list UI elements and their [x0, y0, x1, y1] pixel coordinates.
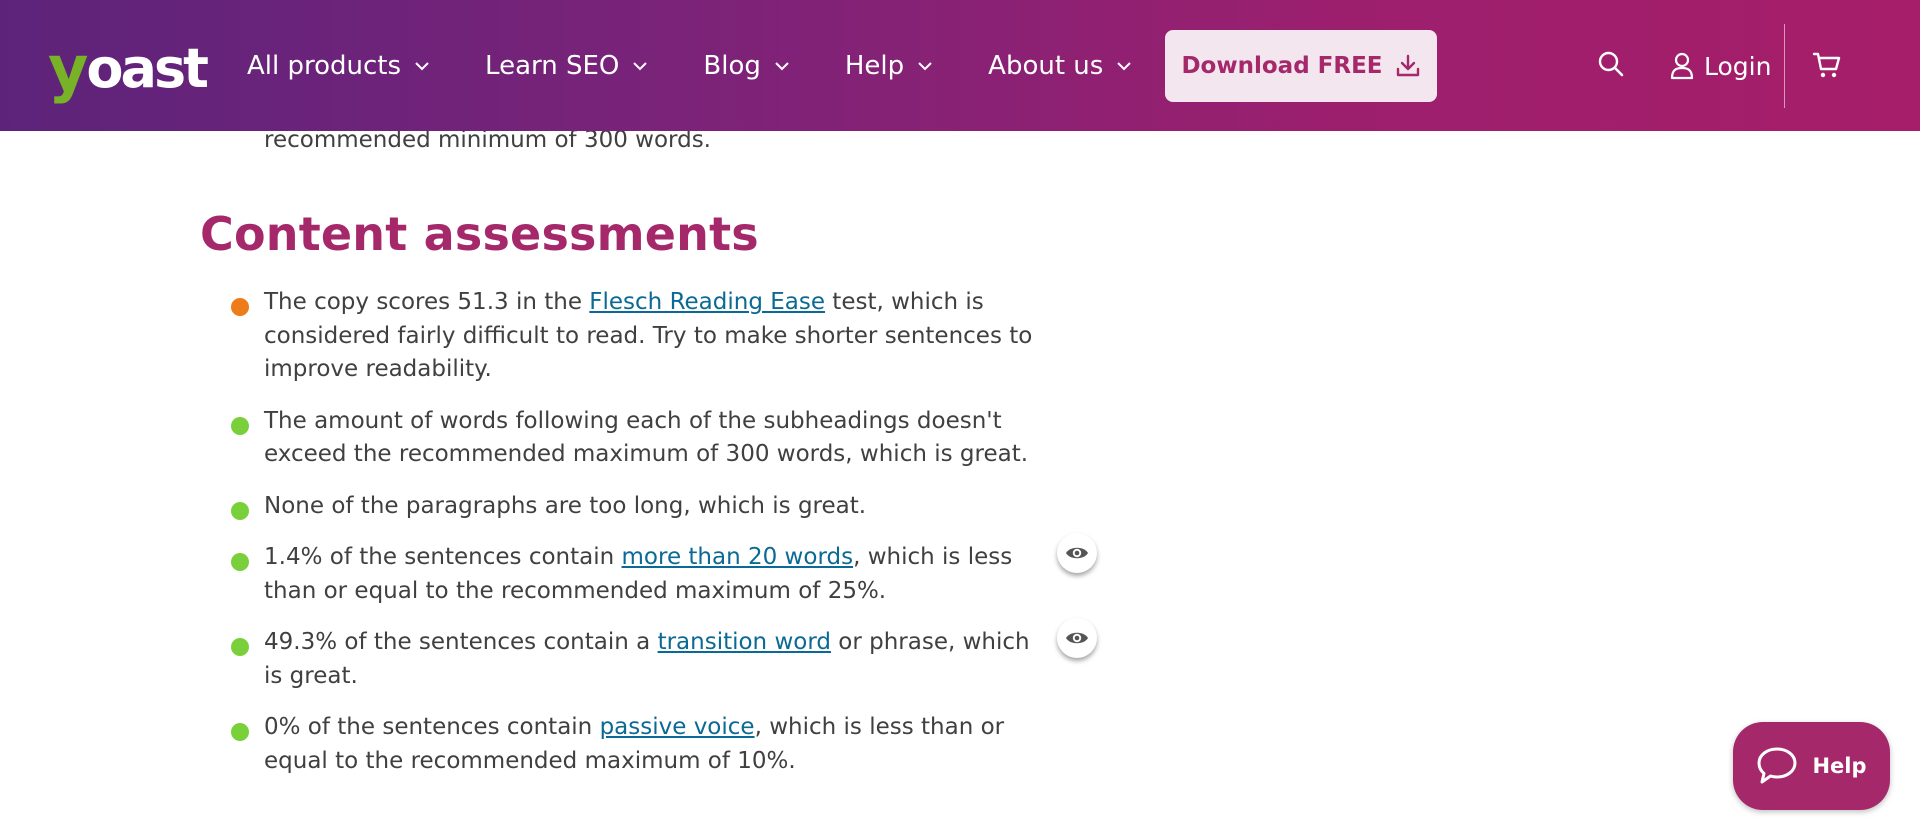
status-bullet-green	[231, 723, 249, 741]
assessment-text: None of the paragraphs are too long, whi…	[264, 492, 867, 519]
chevron-down-icon	[771, 55, 793, 77]
status-bullet-green	[231, 638, 249, 656]
nav-item-label: Blog	[703, 51, 761, 81]
assessment-item: 49.3% of the sentences contain a transit…	[230, 618, 1097, 693]
assessment-text: 1.4% of the sentences contain	[264, 544, 622, 570]
header-divider	[1784, 24, 1785, 108]
download-button-label: Download FREE	[1181, 53, 1383, 79]
download-icon	[1395, 53, 1421, 79]
assessment-item: The amount of words following each of th…	[230, 405, 1050, 472]
chat-bubble-icon	[1756, 746, 1798, 786]
logo-wordmark: oast	[86, 37, 208, 100]
login-label: Login	[1704, 51, 1772, 81]
help-widget-label: Help	[1812, 754, 1867, 778]
login-link[interactable]: Login	[1670, 46, 1771, 86]
assessment-text: 49.3% of the sentences contain a	[264, 629, 658, 655]
user-icon	[1670, 52, 1694, 80]
assessment-text: 0% of the sentences contain	[264, 714, 600, 740]
status-bullet-orange	[231, 298, 249, 316]
nav-item-learn-seo[interactable]: Learn SEO	[485, 46, 651, 86]
status-bullet-green	[231, 501, 249, 520]
main-nav: All products Learn SEO Blog Help About u…	[247, 46, 1187, 86]
nav-item-label: About us	[988, 51, 1104, 81]
assessment-text: The amount of words following each of th…	[264, 407, 1029, 468]
assessment-item: 0% of the sentences contain passive voic…	[230, 711, 1050, 778]
cart-icon[interactable]	[1810, 48, 1844, 82]
section-title: Content assessments	[200, 207, 759, 261]
nav-item-blog[interactable]: Blog	[703, 46, 792, 86]
status-bullet-green	[231, 416, 249, 435]
chevron-down-icon	[1113, 55, 1135, 77]
assessment-link[interactable]: transition word	[658, 629, 831, 655]
nav-item-about-us[interactable]: About us	[988, 46, 1135, 86]
assessment-link[interactable]: more than 20 words	[622, 544, 854, 570]
chevron-down-icon	[629, 55, 651, 77]
logo-letter-y: y	[48, 32, 88, 105]
eye-icon[interactable]	[1057, 618, 1097, 658]
eye-icon[interactable]	[1057, 533, 1097, 573]
assessment-link[interactable]: passive voice	[600, 714, 755, 740]
nav-item-label: Learn SEO	[485, 51, 620, 81]
assessment-item: None of the paragraphs are too long, whi…	[230, 490, 1050, 524]
assessment-list: The copy scores 51.3 in the Flesch Readi…	[230, 286, 1130, 796]
nav-item-all-products[interactable]: All products	[247, 46, 433, 86]
nav-item-label: Help	[844, 51, 905, 81]
assessment-link[interactable]: Flesch Reading Ease	[589, 289, 825, 315]
download-free-button[interactable]: Download FREE	[1165, 30, 1437, 102]
assessment-text: The copy scores 51.3 in the	[264, 289, 590, 315]
nav-item-label: All products	[247, 51, 402, 81]
site-header: yoast All products Learn SEO Blog Help	[0, 0, 1920, 131]
chevron-down-icon	[411, 55, 433, 77]
nav-item-help[interactable]: Help	[845, 46, 936, 86]
assessment-item: The copy scores 51.3 in the Flesch Readi…	[230, 286, 1050, 387]
help-widget-button[interactable]: Help	[1733, 722, 1890, 810]
status-bullet-green	[231, 553, 249, 571]
search-icon[interactable]	[1595, 48, 1627, 80]
assessment-item: 1.4% of the sentences contain more than …	[230, 533, 1097, 608]
chevron-down-icon	[914, 55, 936, 77]
yoast-logo[interactable]: y oast	[48, 28, 209, 105]
